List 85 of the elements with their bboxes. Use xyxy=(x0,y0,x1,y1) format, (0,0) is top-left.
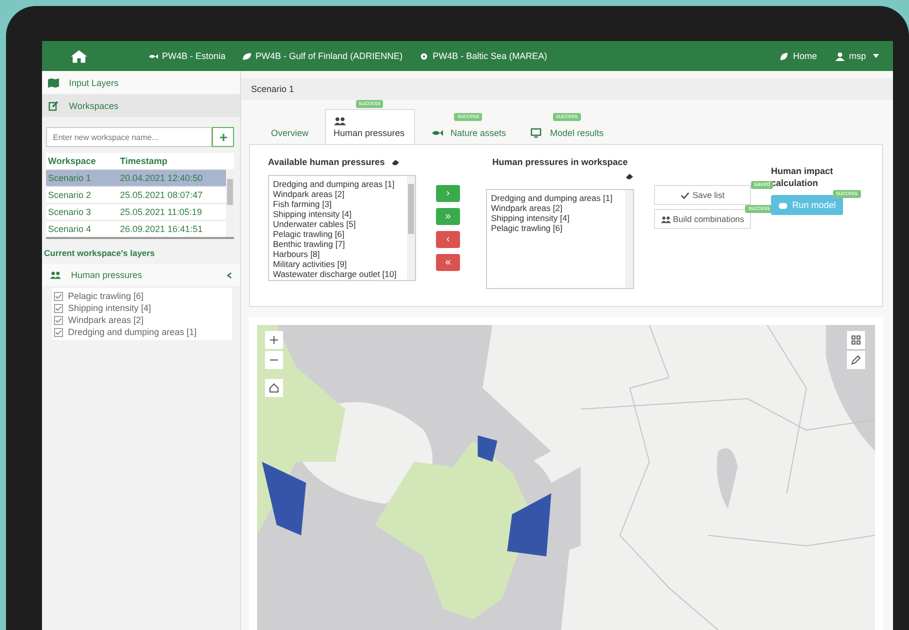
list-title: Human pressures in workspace xyxy=(491,156,629,169)
scrollbar[interactable] xyxy=(407,176,415,280)
list-option[interactable]: Pelagic trawling [6] xyxy=(491,223,621,233)
layer-label: Dredging and dumping areas [1] xyxy=(68,327,197,337)
leaf-icon xyxy=(778,52,789,60)
basemap-button[interactable] xyxy=(847,331,865,349)
list-option[interactable]: Windpark areas [2] xyxy=(491,203,621,213)
workspace-row[interactable]: Scenario 4 26.09.2021 16:41:51 xyxy=(46,220,226,237)
plus-icon xyxy=(269,335,279,345)
tab[interactable]: Overview xyxy=(263,122,317,144)
list-option[interactable]: Harbours [8] xyxy=(273,249,403,259)
caret-icon xyxy=(873,54,879,58)
home-view-button[interactable] xyxy=(265,379,283,397)
draw-button[interactable] xyxy=(847,351,865,369)
layer-label: Pelagic trawling [6] xyxy=(68,291,144,301)
available-pressures-list[interactable] xyxy=(268,175,416,281)
tab[interactable]: Model results xyxy=(522,122,612,144)
plus-icon xyxy=(218,132,228,142)
sidebar-item[interactable]: Workspaces xyxy=(42,94,240,117)
section-heading: Human impact calculation xyxy=(771,165,834,189)
column-header: Workspace xyxy=(47,156,97,166)
layer-label: Shipping intensity [4] xyxy=(68,303,152,313)
workspace-pressures-list[interactable]: Dredging and dumping areas [1] Windpark areas [2] Shipping intensity [4] Pelagic trawling [6] xyxy=(486,189,634,289)
list-title: Available human pressures xyxy=(268,157,385,167)
checkbox[interactable] xyxy=(54,316,63,324)
move-button[interactable]: › xyxy=(436,185,460,202)
zoom-in-button[interactable] xyxy=(265,331,283,349)
eraser-icon[interactable] xyxy=(625,173,634,180)
tab[interactable]: Human pressures xyxy=(324,109,415,144)
workspace-name-field[interactable]: Enter new workspace name... xyxy=(46,127,212,147)
move-button[interactable]: » xyxy=(436,208,460,225)
check-icon xyxy=(680,190,690,200)
chevron-icon[interactable] xyxy=(227,272,232,278)
list-option[interactable]: Benthic trawling [7] xyxy=(273,239,403,249)
layer-group-header[interactable]: Human pressures xyxy=(42,264,240,286)
list-option[interactable]: Underwater cables [5] xyxy=(273,219,403,229)
user-menu[interactable]: msp xyxy=(834,51,879,61)
list-option[interactable]: Windpark areas [2] xyxy=(273,189,403,199)
nav-link[interactable]: PW4B - Estonia xyxy=(148,51,226,61)
add-workspace-button[interactable] xyxy=(212,127,234,147)
workspace-row[interactable]: Scenario 2 25.05.2021 08:07:47 xyxy=(46,186,226,203)
nav-link[interactable]: PW4B - Baltic Sea (MAREA) xyxy=(418,51,548,61)
checkbox[interactable] xyxy=(54,304,63,312)
zoom-out-button[interactable] xyxy=(265,351,283,369)
monitor-icon xyxy=(530,128,542,138)
list-option[interactable]: Dredging and dumping areas [1] xyxy=(491,193,621,203)
pencil-icon xyxy=(851,355,861,365)
home-icon[interactable] xyxy=(70,48,88,64)
checkbox[interactable] xyxy=(54,328,63,336)
list-option[interactable]: Fish farming [3] xyxy=(273,199,403,209)
sidebar-item[interactable]: Input Layers xyxy=(42,71,240,94)
action-button[interactable]: Save list xyxy=(654,185,751,205)
section-heading: Current workspace's layers xyxy=(44,248,156,258)
people-icon xyxy=(660,214,671,224)
list-option[interactable]: Wastewater discharge outlet [10] xyxy=(273,269,403,279)
eraser-icon[interactable] xyxy=(390,158,400,166)
layer-label: Windpark areas [2] xyxy=(68,315,144,325)
list-option[interactable]: Shipping intensity [4] xyxy=(491,213,621,223)
layer-group-label: Human pressures xyxy=(71,270,144,280)
list-option[interactable]: Shipping intensity [4] xyxy=(273,209,403,219)
page-title: Scenario 1 xyxy=(241,78,893,100)
fish-icon xyxy=(148,52,158,60)
list-option[interactable]: Pelagic trawling [6] xyxy=(273,229,403,239)
fish-icon xyxy=(430,128,443,138)
scrollbar[interactable] xyxy=(625,190,633,288)
people-icon xyxy=(50,270,61,280)
move-button[interactable]: ‹ xyxy=(436,231,460,248)
grid-icon xyxy=(851,335,861,345)
home-icon xyxy=(269,383,279,393)
nav-link[interactable]: PW4B - Gulf of Finland (ADRIENNE) xyxy=(242,51,403,61)
map-icon xyxy=(48,78,59,88)
edit-icon xyxy=(48,100,59,110)
scrollbar[interactable] xyxy=(226,169,234,237)
leaf-icon xyxy=(242,52,252,60)
column-header: Timestamp xyxy=(120,156,168,166)
checkbox[interactable] xyxy=(54,292,63,300)
workspace-row[interactable]: Scenario 3 25.05.2021 11:05:19 xyxy=(46,203,226,220)
home-link[interactable]: Home xyxy=(778,51,817,61)
list-option[interactable]: Dredging and dumping areas [1] xyxy=(273,179,403,189)
list-option[interactable]: Military activities [9] xyxy=(273,259,403,269)
move-button[interactable]: « xyxy=(436,254,460,271)
people-icon xyxy=(334,116,346,126)
user-icon xyxy=(834,52,845,60)
action-button[interactable]: Build combinations xyxy=(654,209,751,229)
tab[interactable]: Nature assets xyxy=(422,122,514,144)
